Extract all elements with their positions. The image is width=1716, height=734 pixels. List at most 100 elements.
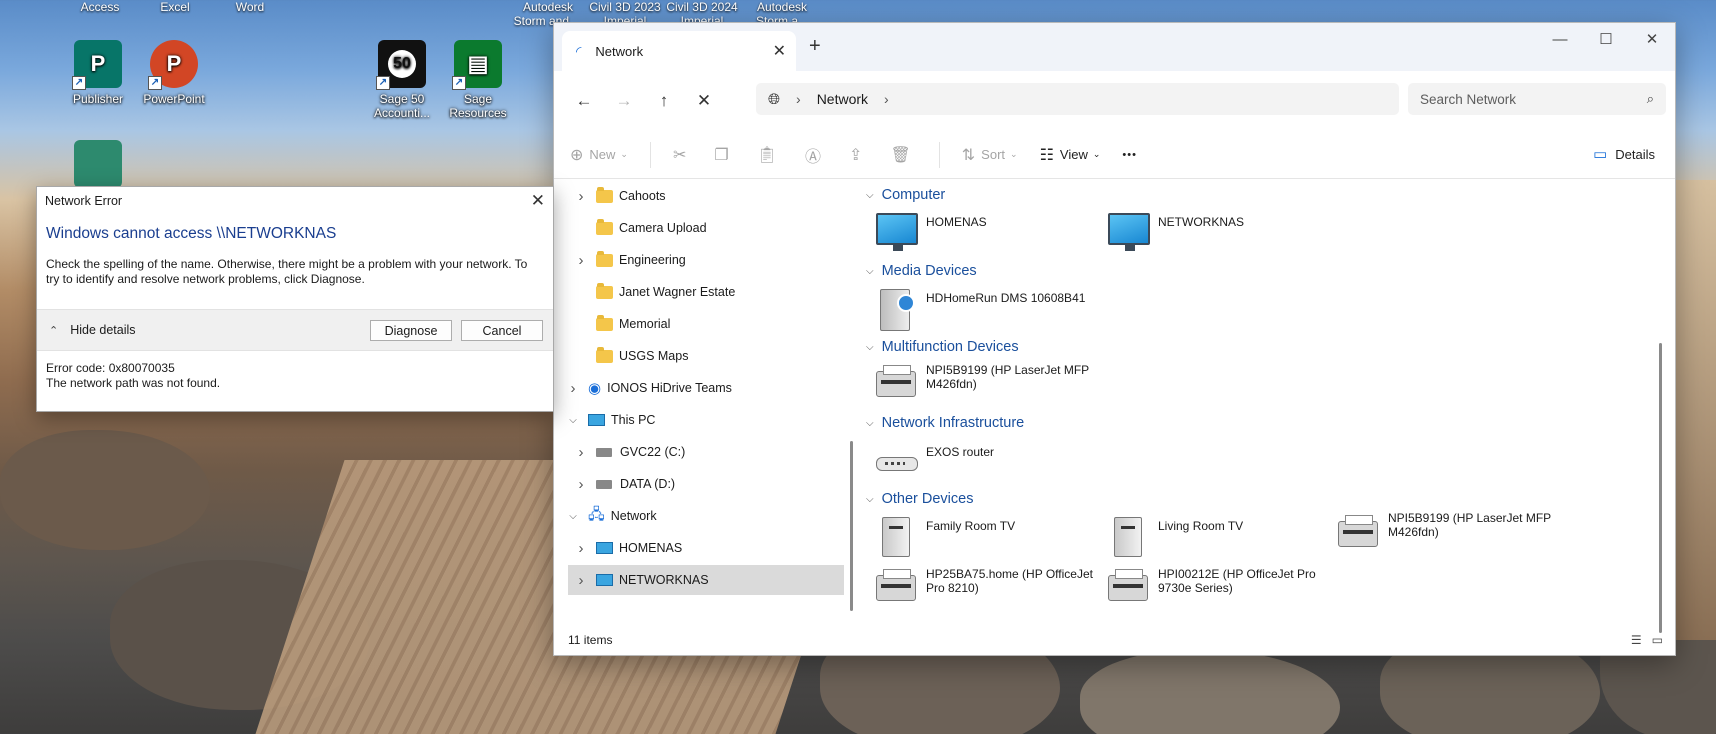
- chevron-down-icon: ⌄: [1092, 149, 1101, 159]
- desktop-icon-label: PowerPoint: [143, 92, 205, 106]
- computer-icon: [596, 574, 613, 586]
- rename-button[interactable]: Ⓐ: [805, 143, 827, 167]
- stop-button[interactable]: ✕: [684, 83, 724, 119]
- cloud-drive-icon: ◉: [588, 380, 602, 397]
- desktop-label-access[interactable]: Access: [60, 0, 140, 14]
- dialog-close-icon[interactable]: ✕: [531, 191, 545, 211]
- desktop-icon-sage-50[interactable]: 50 ↗ Sage 50 Accounti...: [364, 40, 440, 120]
- desktop-icon-powerpoint[interactable]: P ↗ PowerPoint: [136, 40, 212, 106]
- chevron-down-icon[interactable]: ⌵: [566, 511, 580, 522]
- group-header-media-devices[interactable]: ⌵ Media Devices: [866, 263, 977, 279]
- nav-item-usgs-maps[interactable]: USGS Maps: [568, 341, 844, 371]
- grass: [1676, 180, 1716, 640]
- nav-item-cahoots[interactable]: › Cahoots: [568, 181, 844, 211]
- group-title: Media Devices: [881, 263, 977, 279]
- device-networknas[interactable]: NETWORKNAS: [1108, 213, 1328, 253]
- error-text: The network path was not found.: [46, 376, 221, 390]
- tiles-view-icon[interactable]: ▭: [1652, 633, 1663, 647]
- device-npi5b9199-mfp[interactable]: NPI5B9199 (HP LaserJet MFP M426fdn): [876, 361, 1096, 401]
- chevron-right-icon[interactable]: ›: [574, 188, 588, 205]
- chevron-right-icon[interactable]: ›: [574, 540, 588, 557]
- chevron-up-icon[interactable]: ⌃: [49, 324, 58, 337]
- view-button[interactable]: ☷ View ⌄: [1040, 145, 1101, 165]
- desktop-label-excel[interactable]: Excel: [135, 0, 215, 14]
- chevron-down-icon[interactable]: ⌵: [566, 415, 580, 426]
- forward-button[interactable]: →: [604, 83, 644, 119]
- nav-item-homenas[interactable]: › HOMENAS: [568, 533, 844, 563]
- close-tab-icon[interactable]: ✕: [773, 41, 786, 61]
- details-button[interactable]: ▭ Details: [1593, 145, 1655, 163]
- content-scrollbar-thumb[interactable]: [1659, 343, 1662, 633]
- address-bar[interactable]: 🌐︎ › Network ›: [756, 83, 1399, 115]
- nav-scrollbar-thumb[interactable]: [850, 441, 853, 611]
- nav-item-label: IONOS HiDrive Teams: [607, 381, 732, 395]
- new-button[interactable]: ⊕ New ⌄: [570, 145, 628, 165]
- paste-button[interactable]: 📋︎: [757, 145, 783, 165]
- chevron-right-icon[interactable]: ›: [574, 476, 588, 493]
- copy-button[interactable]: ❐: [714, 145, 734, 165]
- nav-item-data-d[interactable]: › DATA (D:): [568, 469, 844, 499]
- navigation-pane[interactable]: › Cahoots Camera Upload › Engineering Janet W…: [554, 181, 850, 621]
- delete-button[interactable]: 🗑︎: [890, 145, 916, 165]
- search-icon: ⌕: [1646, 91, 1654, 106]
- group-header-multifunction[interactable]: ⌵ Multifunction Devices: [866, 339, 1019, 355]
- nav-item-engineering[interactable]: › Engineering: [568, 245, 844, 275]
- share-button[interactable]: ⇪: [849, 145, 868, 165]
- chevron-right-icon[interactable]: ›: [566, 380, 580, 397]
- nav-item-label: This PC: [611, 413, 656, 427]
- hide-details-toggle[interactable]: Hide details: [70, 323, 135, 337]
- device-exos-router[interactable]: EXOS router: [876, 443, 1096, 483]
- desktop-icon-publisher[interactable]: P ↗ Publisher: [60, 40, 136, 106]
- desktop-icon-sage-resources[interactable]: ▤ ↗ Sage Resources: [440, 40, 516, 120]
- nav-item-this-pc[interactable]: ⌵ This PC: [560, 405, 844, 435]
- device-homenas[interactable]: HOMENAS: [876, 213, 1096, 253]
- desktop-icon-label: Publisher: [72, 92, 124, 106]
- sort-button[interactable]: ⇅ Sort ⌄: [962, 145, 1018, 165]
- device-hpi00212e[interactable]: HPI00212E (HP OfficeJet Pro 9730e Series…: [1108, 565, 1328, 605]
- device-npi5b9199-other[interactable]: NPI5B9199 (HP LaserJet MFP M426fdn): [1338, 511, 1558, 551]
- device-label: NPI5B9199 (HP LaserJet MFP M426fdn): [1388, 511, 1551, 539]
- search-input[interactable]: Search Network ⌕: [1408, 83, 1666, 115]
- nav-item-label: USGS Maps: [619, 349, 689, 363]
- nav-item-network[interactable]: ⌵ 🖧︎ Network: [560, 501, 844, 531]
- nav-scrollbar[interactable]: [850, 181, 854, 621]
- device-hdhomerun[interactable]: HDHomeRun DMS 10608B41: [876, 289, 1116, 331]
- device-family-room-tv[interactable]: Family Room TV: [876, 517, 1096, 557]
- nav-item-memorial[interactable]: Memorial: [568, 309, 844, 339]
- cut-button[interactable]: ✂: [673, 145, 692, 165]
- new-tab-button[interactable]: +: [809, 35, 821, 58]
- breadcrumb-separator[interactable]: ›: [884, 91, 889, 107]
- close-window-button[interactable]: ✕: [1629, 23, 1675, 55]
- breadcrumb-network[interactable]: Network: [817, 91, 868, 107]
- nav-item-ionos-hidrive-teams[interactable]: › ◉ IONOS HiDrive Teams: [560, 373, 844, 403]
- nav-item-janet-wagner-estate[interactable]: Janet Wagner Estate: [568, 277, 844, 307]
- maximize-button[interactable]: ☐: [1583, 23, 1629, 55]
- details-view-icon[interactable]: ☰: [1631, 633, 1642, 647]
- nav-item-gvc22-c[interactable]: › GVC22 (C:): [568, 437, 844, 467]
- toolbar-divider: [649, 141, 651, 168]
- group-header-network-infrastructure[interactable]: ⌵ Network Infrastructure: [866, 415, 1024, 431]
- computer-icon: [588, 414, 605, 426]
- group-header-computer[interactable]: ⌵ Computer: [866, 187, 945, 203]
- group-header-other-devices[interactable]: ⌵ Other Devices: [866, 491, 973, 507]
- chevron-right-icon[interactable]: ›: [574, 252, 588, 269]
- more-options-button[interactable]: •••: [1122, 149, 1137, 161]
- chevron-right-icon[interactable]: ›: [574, 444, 588, 461]
- chevron-right-icon[interactable]: ›: [574, 572, 588, 589]
- cancel-button[interactable]: Cancel: [461, 320, 543, 341]
- diagnose-button[interactable]: Diagnose: [370, 320, 452, 341]
- up-button[interactable]: ↑: [644, 83, 684, 119]
- copy-icon: ❐: [714, 146, 729, 164]
- app-icon: [74, 140, 122, 188]
- device-hp25ba75[interactable]: HP25BA75.home (HP OfficeJet Pro 8210): [876, 565, 1096, 605]
- desktop-icon-unnamed[interactable]: [60, 140, 136, 192]
- nav-item-camera-upload[interactable]: Camera Upload: [568, 213, 844, 243]
- desktop-icon-label: Sage Resources: [449, 92, 507, 120]
- tab-network[interactable]: ◜ Network ✕: [562, 31, 796, 71]
- chevron-down-icon: ⌵: [866, 417, 874, 429]
- minimize-button[interactable]: —: [1537, 23, 1583, 55]
- device-living-room-tv[interactable]: Living Room TV: [1108, 517, 1328, 557]
- nav-item-networknas[interactable]: › NETWORKNAS: [568, 565, 844, 595]
- back-button[interactable]: ←: [564, 83, 604, 119]
- desktop-label-word[interactable]: Word: [210, 0, 290, 14]
